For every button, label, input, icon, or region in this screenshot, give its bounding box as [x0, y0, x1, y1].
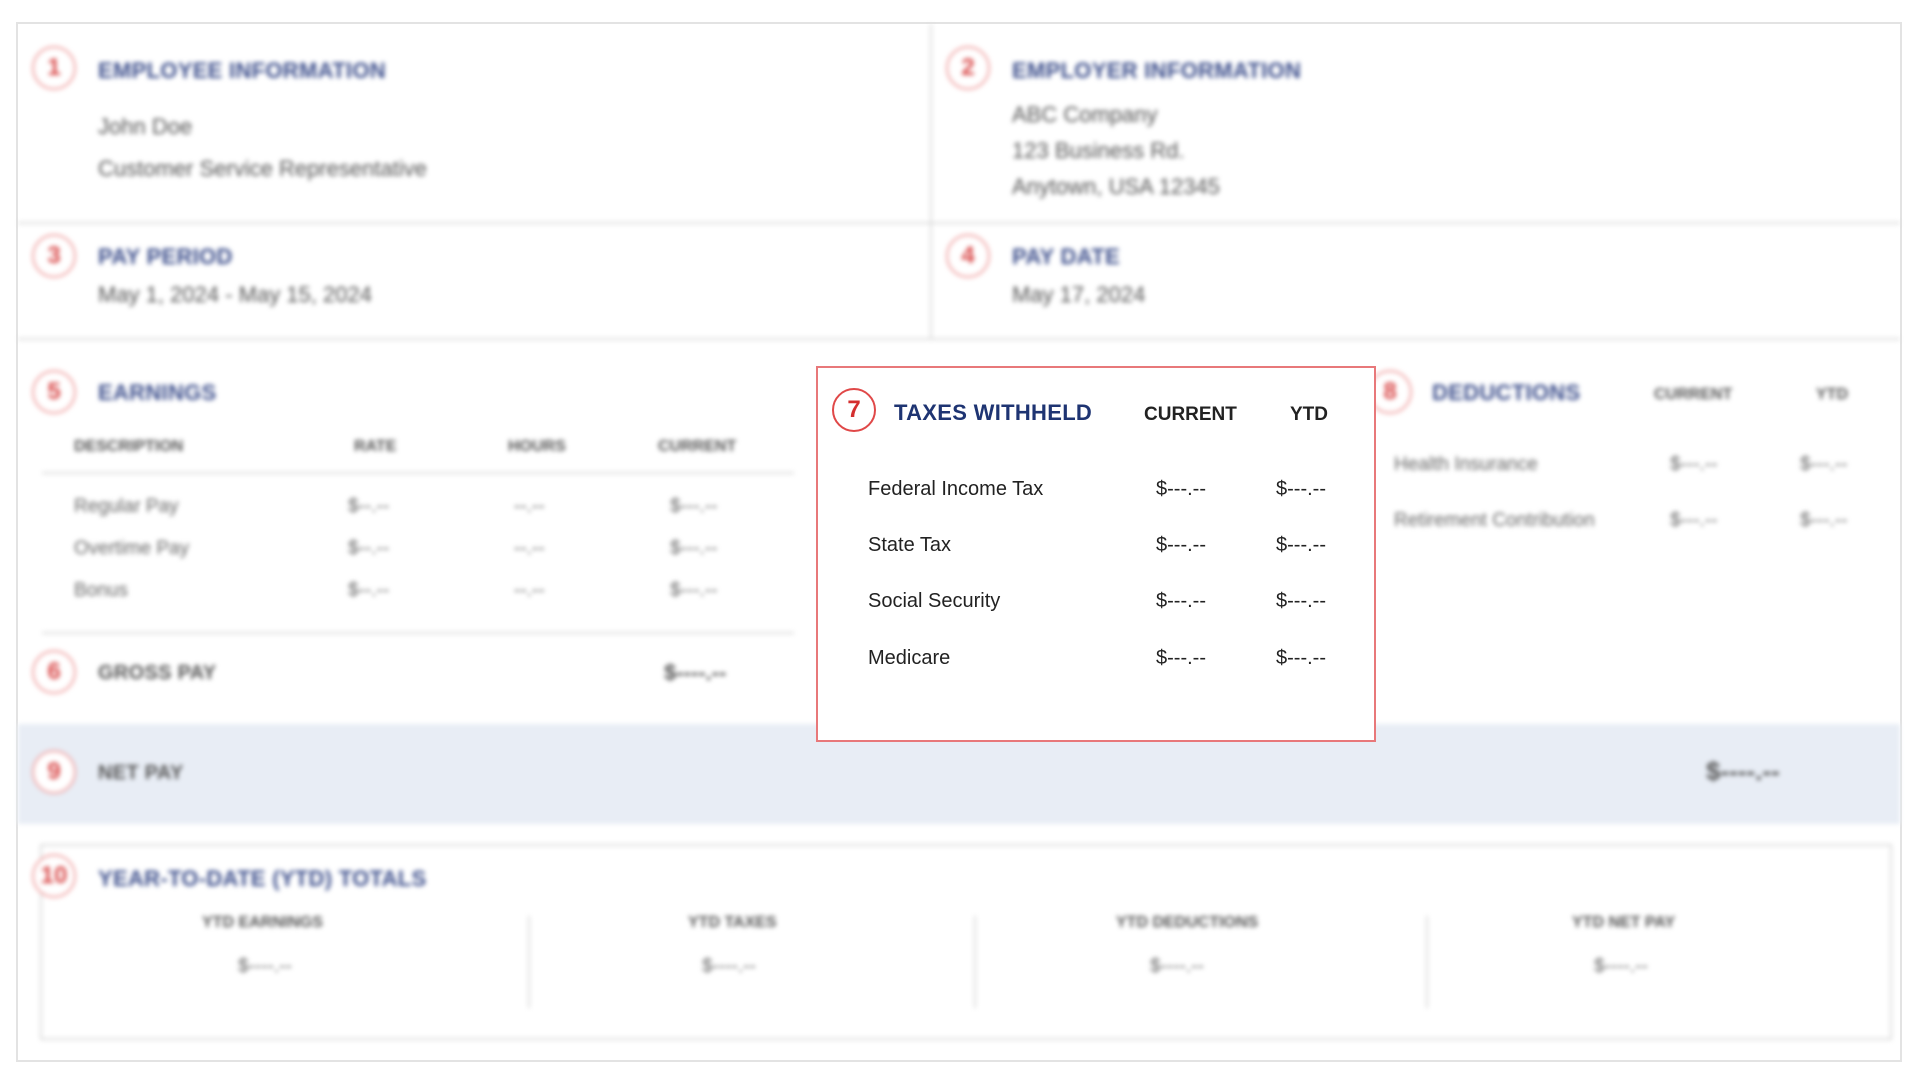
deductions-row-current: $---.-- — [1670, 454, 1718, 475]
deductions-row-label: Retirement Contribution — [1394, 510, 1595, 531]
taxes-row-ytd: $---.-- — [1276, 590, 1326, 612]
section-number-badge: 1 — [32, 46, 76, 90]
ytd-column-label: YTD DEDUCTIONS — [1116, 914, 1259, 931]
earnings-row-current: $---.-- — [670, 580, 718, 601]
employer-company: ABC Company — [1012, 102, 1158, 127]
ytd-column-label: YTD EARNINGS — [202, 914, 323, 931]
section-number-badge: 10 — [32, 854, 76, 898]
divider — [42, 472, 794, 474]
divider — [18, 338, 1900, 340]
earnings-header-current: CURRENT — [658, 438, 737, 455]
employee-position: Customer Service Representative — [98, 156, 427, 181]
divider — [974, 916, 976, 1008]
ytd-column-value: $----.-- — [1150, 956, 1204, 977]
earnings-header-hours: HOURS — [508, 438, 566, 455]
taxes-row-label: Federal Income Tax — [868, 478, 1044, 500]
earnings-row-hours: --.-- — [514, 580, 545, 601]
deductions-row-ytd: $---.-- — [1800, 510, 1848, 531]
earnings-row-rate: $--.-- — [348, 538, 390, 559]
earnings-row-description: Overtime Pay — [74, 538, 190, 559]
earnings-title: EARNINGS — [98, 380, 217, 405]
pay-period-title: PAY PERIOD — [98, 244, 233, 269]
section-number-badge: 6 — [32, 650, 76, 694]
taxes-row-label: Medicare — [868, 647, 951, 669]
taxes-row-ytd: $---.-- — [1276, 478, 1326, 500]
gross-pay-title: GROSS PAY — [98, 662, 217, 684]
earnings-row-rate: $--.-- — [348, 496, 390, 517]
earnings-row-current: $---.-- — [670, 496, 718, 517]
ytd-totals-title: YEAR-TO-DATE (YTD) TOTALS — [98, 866, 427, 891]
taxes-row-label: Social Security — [868, 590, 1001, 612]
deductions-title: DEDUCTIONS — [1432, 380, 1581, 405]
taxes-withheld-title: TAXES WITHHELD — [894, 400, 1093, 425]
net-pay-value: $----.-- — [1706, 756, 1780, 786]
earnings-row-description: Bonus — [74, 580, 128, 601]
ytd-column-value: $----.-- — [238, 956, 292, 977]
taxes-row-ytd: $---.-- — [1276, 534, 1326, 556]
taxes-header-ytd: YTD — [1290, 404, 1328, 425]
taxes-row-current: $---.-- — [1156, 590, 1206, 612]
earnings-row-current: $---.-- — [670, 538, 718, 559]
employer-address-line-1: 123 Business Rd. — [1012, 138, 1185, 163]
ytd-column-value: $----.-- — [702, 956, 756, 977]
taxes-withheld-section: 7 TAXES WITHHELD CURRENT YTD Federal Inc… — [816, 366, 1376, 742]
divider — [528, 916, 530, 1008]
ytd-column-label: YTD NET PAY — [1572, 914, 1676, 931]
taxes-row-label: State Tax — [868, 534, 952, 556]
pay-date-title: PAY DATE — [1012, 244, 1120, 269]
deductions-row-ytd: $---.-- — [1800, 454, 1848, 475]
earnings-row-hours: --.-- — [514, 538, 545, 559]
deductions-header-current: CURRENT — [1654, 386, 1733, 403]
taxes-row-current: $---.-- — [1156, 478, 1206, 500]
section-number-badge: 2 — [946, 46, 990, 90]
section-number-badge: 3 — [32, 234, 76, 278]
earnings-row-description: Regular Pay — [74, 496, 179, 517]
pay-date-value: May 17, 2024 — [1012, 282, 1146, 307]
deductions-header-ytd: YTD — [1816, 386, 1848, 403]
pay-stub: 1 EMPLOYEE INFORMATION John Doe Customer… — [16, 22, 1902, 1062]
earnings-header-rate: RATE — [354, 438, 397, 455]
pay-period-value: May 1, 2024 - May 15, 2024 — [98, 282, 372, 307]
taxes-header-current: CURRENT — [1144, 404, 1237, 425]
earnings-header-description: DESCRIPTION — [74, 438, 184, 455]
employer-information-title: EMPLOYER INFORMATION — [1012, 58, 1302, 83]
taxes-row-current: $---.-- — [1156, 534, 1206, 556]
ytd-column-value: $----.-- — [1594, 956, 1648, 977]
employer-address-line-2: Anytown, USA 12345 — [1012, 174, 1220, 199]
ytd-totals-section: 10 YEAR-TO-DATE (YTD) TOTALS YTD EARNING… — [32, 844, 1892, 1040]
employee-information-title: EMPLOYEE INFORMATION — [98, 58, 386, 83]
section-number-badge: 5 — [32, 370, 76, 414]
divider — [930, 24, 932, 338]
section-number-badge: 7 — [832, 388, 876, 432]
earnings-row-rate: $--.-- — [348, 580, 390, 601]
divider — [18, 222, 1900, 224]
ytd-column-label: YTD TAXES — [688, 914, 777, 931]
section-number-badge: 9 — [32, 750, 76, 794]
section-number-badge: 4 — [946, 234, 990, 278]
earnings-row-hours: --.-- — [514, 496, 545, 517]
taxes-row-current: $---.-- — [1156, 647, 1206, 669]
divider — [1426, 916, 1428, 1008]
deductions-row-label: Health Insurance — [1394, 454, 1538, 475]
employee-name: John Doe — [98, 114, 193, 139]
net-pay-title: NET PAY — [98, 762, 184, 784]
gross-pay-value: $----.-- — [664, 660, 727, 685]
taxes-row-ytd: $---.-- — [1276, 647, 1326, 669]
divider — [42, 632, 794, 634]
deductions-row-current: $---.-- — [1670, 510, 1718, 531]
